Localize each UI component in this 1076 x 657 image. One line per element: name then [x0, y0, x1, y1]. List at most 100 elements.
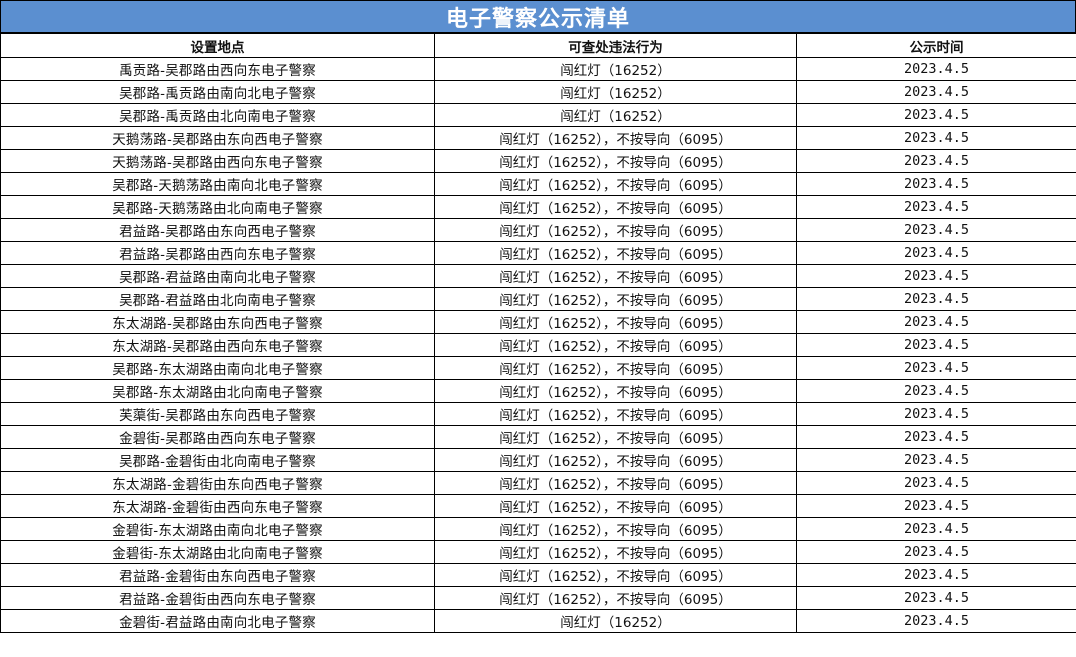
violation-cell: 闯红灯（16252），不按导向（6095） [434, 379, 797, 403]
date-cell: 2023.4.5 [796, 333, 1076, 357]
location-cell: 东太湖路-吴郡路由西向东电子警察 [0, 333, 435, 357]
violation-cell: 闯红灯（16252），不按导向（6095） [434, 333, 797, 357]
violation-cell: 闯红灯（16252），不按导向（6095） [434, 172, 797, 196]
location-cell: 吴郡路-君益路由北向南电子警察 [0, 287, 435, 311]
date-cell: 2023.4.5 [796, 425, 1076, 449]
table-row: 金碧街-君益路由南向北电子警察 闯红灯（16252） 2023.4.5 [0, 609, 1076, 633]
violation-cell: 闯红灯（16252），不按导向（6095） [434, 586, 797, 610]
location-cell: 吴郡路-金碧街由北向南电子警察 [0, 448, 435, 472]
location-cell: 吴郡路-东太湖路由南向北电子警察 [0, 356, 435, 380]
violation-cell: 闯红灯（16252） [434, 103, 797, 127]
date-cell: 2023.4.5 [796, 195, 1076, 219]
date-cell: 2023.4.5 [796, 517, 1076, 541]
column-header-date: 公示时间 [796, 33, 1076, 58]
location-cell: 君益路-吴郡路由东向西电子警察 [0, 218, 435, 242]
violation-cell: 闯红灯（16252），不按导向（6095） [434, 195, 797, 219]
date-cell: 2023.4.5 [796, 126, 1076, 150]
date-cell: 2023.4.5 [796, 356, 1076, 380]
violation-cell: 闯红灯（16252），不按导向（6095） [434, 264, 797, 288]
violation-cell: 闯红灯（16252），不按导向（6095） [434, 517, 797, 541]
sheet-title: 电子警察公示清单 [0, 0, 1076, 33]
location-cell: 吴郡路-君益路由南向北电子警察 [0, 264, 435, 288]
date-cell: 2023.4.5 [796, 379, 1076, 403]
violation-cell: 闯红灯（16252），不按导向（6095） [434, 402, 797, 426]
location-cell: 吴郡路-禹贡路由北向南电子警察 [0, 103, 435, 127]
spreadsheet: 电子警察公示清单 设置地点 可查处违法行为 公示时间 禹贡路-吴郡路由西向东电子… [0, 0, 1076, 657]
date-cell: 2023.4.5 [796, 448, 1076, 472]
table-row: 君益路-吴郡路由东向西电子警察 闯红灯（16252），不按导向（6095） 2023… [0, 218, 1076, 242]
table-row: 君益路-吴郡路由西向东电子警察 闯红灯（16252），不按导向（6095） 2023… [0, 241, 1076, 265]
date-cell: 2023.4.5 [796, 172, 1076, 196]
date-cell: 2023.4.5 [796, 310, 1076, 334]
date-cell: 2023.4.5 [796, 494, 1076, 518]
date-cell: 2023.4.5 [796, 471, 1076, 495]
column-header-location: 设置地点 [0, 33, 435, 58]
date-cell: 2023.4.5 [796, 586, 1076, 610]
date-cell: 2023.4.5 [796, 241, 1076, 265]
date-cell: 2023.4.5 [796, 563, 1076, 587]
violation-cell: 闯红灯（16252），不按导向（6095） [434, 356, 797, 380]
table-row: 金碧街-东太湖路由南向北电子警察 闯红灯（16252），不按导向（6095） 202… [0, 517, 1076, 541]
table-row: 天鹅荡路-吴郡路由东向西电子警察 闯红灯（16252），不按导向（6095） 202… [0, 126, 1076, 150]
table-row: 天鹅荡路-吴郡路由西向东电子警察 闯红灯（16252），不按导向（6095） 202… [0, 149, 1076, 173]
violation-cell: 闯红灯（16252），不按导向（6095） [434, 494, 797, 518]
date-cell: 2023.4.5 [796, 57, 1076, 81]
violation-cell: 闯红灯（16252），不按导向（6095） [434, 241, 797, 265]
table-row: 东太湖路-吴郡路由东向西电子警察 闯红灯（16252），不按导向（6095） 202… [0, 310, 1076, 334]
violation-cell: 闯红灯（16252），不按导向（6095） [434, 448, 797, 472]
violation-cell: 闯红灯（16252） [434, 57, 797, 81]
table-row: 吴郡路-东太湖路由北向南电子警察 闯红灯（16252），不按导向（6095） 202… [0, 379, 1076, 403]
table-row: 芙蕖街-吴郡路由东向西电子警察 闯红灯（16252），不按导向（6095） 2023… [0, 402, 1076, 426]
table-row: 吴郡路-君益路由北向南电子警察 闯红灯（16252），不按导向（6095） 2023… [0, 287, 1076, 311]
table-row: 吴郡路-禹贡路由北向南电子警察 闯红灯（16252） 2023.4.5 [0, 103, 1076, 127]
location-cell: 金碧街-东太湖路由北向南电子警察 [0, 540, 435, 564]
date-cell: 2023.4.5 [796, 103, 1076, 127]
table-row: 金碧街-东太湖路由北向南电子警察 闯红灯（16252），不按导向（6095） 202… [0, 540, 1076, 564]
location-cell: 君益路-金碧街由东向西电子警察 [0, 563, 435, 587]
location-cell: 天鹅荡路-吴郡路由西向东电子警察 [0, 149, 435, 173]
violation-cell: 闯红灯（16252），不按导向（6095） [434, 471, 797, 495]
table-row: 吴郡路-禹贡路由南向北电子警察 闯红灯（16252） 2023.4.5 [0, 80, 1076, 104]
date-cell: 2023.4.5 [796, 609, 1076, 633]
table-row: 吴郡路-东太湖路由南向北电子警察 闯红灯（16252），不按导向（6095） 202… [0, 356, 1076, 380]
location-cell: 君益路-吴郡路由西向东电子警察 [0, 241, 435, 265]
location-cell: 东太湖路-金碧街由西向东电子警察 [0, 494, 435, 518]
date-cell: 2023.4.5 [796, 402, 1076, 426]
location-cell: 禹贡路-吴郡路由西向东电子警察 [0, 57, 435, 81]
location-cell: 金碧街-东太湖路由南向北电子警察 [0, 517, 435, 541]
table-body: 禹贡路-吴郡路由西向东电子警察 闯红灯（16252） 2023.4.5 吴郡路-禹贡路… [0, 57, 1076, 633]
table-row: 东太湖路-吴郡路由西向东电子警察 闯红灯（16252），不按导向（6095） 202… [0, 333, 1076, 357]
location-cell: 金碧街-君益路由南向北电子警察 [0, 609, 435, 633]
violation-cell: 闯红灯（16252） [434, 80, 797, 104]
violation-cell: 闯红灯（16252），不按导向（6095） [434, 126, 797, 150]
location-cell: 东太湖路-吴郡路由东向西电子警察 [0, 310, 435, 334]
table-row: 东太湖路-金碧街由西向东电子警察 闯红灯（16252），不按导向（6095） 202… [0, 494, 1076, 518]
violation-cell: 闯红灯（16252），不按导向（6095） [434, 563, 797, 587]
table-row: 君益路-金碧街由东向西电子警察 闯红灯（16252），不按导向（6095） 2023… [0, 563, 1076, 587]
location-cell: 芙蕖街-吴郡路由东向西电子警察 [0, 402, 435, 426]
date-cell: 2023.4.5 [796, 80, 1076, 104]
location-cell: 东太湖路-金碧街由东向西电子警察 [0, 471, 435, 495]
location-cell: 天鹅荡路-吴郡路由东向西电子警察 [0, 126, 435, 150]
date-cell: 2023.4.5 [796, 149, 1076, 173]
table-row: 东太湖路-金碧街由东向西电子警察 闯红灯（16252），不按导向（6095） 202… [0, 471, 1076, 495]
location-cell: 金碧街-吴郡路由西向东电子警察 [0, 425, 435, 449]
violation-cell: 闯红灯（16252），不按导向（6095） [434, 218, 797, 242]
date-cell: 2023.4.5 [796, 540, 1076, 564]
column-header-violation: 可查处违法行为 [434, 33, 797, 58]
table-row: 禹贡路-吴郡路由西向东电子警察 闯红灯（16252） 2023.4.5 [0, 57, 1076, 81]
violation-cell: 闯红灯（16252），不按导向（6095） [434, 425, 797, 449]
table-row: 君益路-金碧街由西向东电子警察 闯红灯（16252），不按导向（6095） 2023… [0, 586, 1076, 610]
table-row: 吴郡路-天鹅荡路由南向北电子警察 闯红灯（16252），不按导向（6095） 202… [0, 172, 1076, 196]
table-row: 吴郡路-金碧街由北向南电子警察 闯红灯（16252），不按导向（6095） 2023… [0, 448, 1076, 472]
date-cell: 2023.4.5 [796, 287, 1076, 311]
violation-cell: 闯红灯（16252），不按导向（6095） [434, 310, 797, 334]
location-cell: 吴郡路-禹贡路由南向北电子警察 [0, 80, 435, 104]
violation-cell: 闯红灯（16252），不按导向（6095） [434, 540, 797, 564]
date-cell: 2023.4.5 [796, 264, 1076, 288]
location-cell: 吴郡路-东太湖路由北向南电子警察 [0, 379, 435, 403]
location-cell: 吴郡路-天鹅荡路由北向南电子警察 [0, 195, 435, 219]
table-row: 吴郡路-君益路由南向北电子警察 闯红灯（16252），不按导向（6095） 2023… [0, 264, 1076, 288]
violation-cell: 闯红灯（16252），不按导向（6095） [434, 287, 797, 311]
location-cell: 君益路-金碧街由西向东电子警察 [0, 586, 435, 610]
